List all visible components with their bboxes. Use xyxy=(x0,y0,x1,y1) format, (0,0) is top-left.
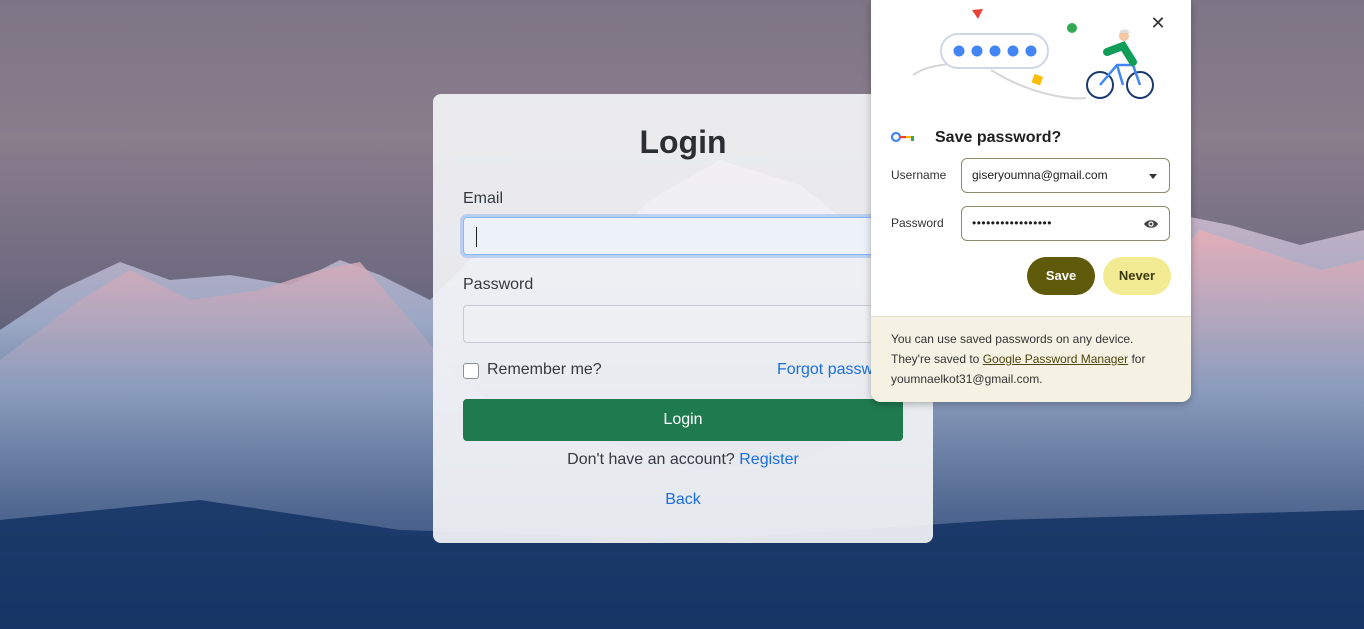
key-icon xyxy=(891,131,914,143)
username-dropdown[interactable]: giseryoumna@gmail.com xyxy=(961,158,1170,193)
eye-icon[interactable] xyxy=(1143,218,1159,230)
forgot-password-link[interactable]: Forgot passw xyxy=(777,361,873,379)
password-manager-link[interactable]: Google Password Manager xyxy=(983,352,1128,366)
footer-text: You can use saved passwords on any devic… xyxy=(891,329,1176,389)
register-link[interactable]: Register xyxy=(739,451,799,468)
never-button[interactable]: Never xyxy=(1103,257,1171,295)
password-field-popup[interactable]: ••••••••••••••••• xyxy=(961,206,1170,241)
password-value: ••••••••••••••••• xyxy=(972,216,1052,230)
password-illustration xyxy=(912,9,1154,100)
password-label: Password xyxy=(463,276,534,293)
no-account-text: Don't have an account? xyxy=(567,451,735,468)
email-field[interactable] xyxy=(463,217,903,255)
back-link[interactable]: Back xyxy=(433,491,933,509)
text-caret xyxy=(476,227,477,247)
remember-label[interactable]: Remember me? xyxy=(487,361,602,379)
password-label-popup: Password xyxy=(891,216,944,230)
save-password-popup: ✕ Save password? Username giseryoumna@gm… xyxy=(871,0,1191,402)
login-button[interactable]: Login xyxy=(463,399,903,441)
username-value: giseryoumna@gmail.com xyxy=(972,168,1108,182)
save-button[interactable]: Save xyxy=(1027,257,1095,295)
password-field[interactable] xyxy=(463,305,903,343)
no-account-line: Don't have an account? Register xyxy=(433,451,933,469)
username-label: Username xyxy=(891,168,947,182)
remember-checkbox[interactable] xyxy=(463,363,479,379)
chevron-down-icon xyxy=(1149,174,1157,179)
login-card: Login Email Password Remember me? Forgot… xyxy=(433,94,933,543)
page-title: Login xyxy=(639,124,727,160)
close-icon[interactable]: ✕ xyxy=(1147,12,1169,34)
popup-title: Save password? xyxy=(935,129,1062,146)
email-label: Email xyxy=(463,190,504,207)
popup-footer: You can use saved passwords on any devic… xyxy=(871,316,1191,402)
